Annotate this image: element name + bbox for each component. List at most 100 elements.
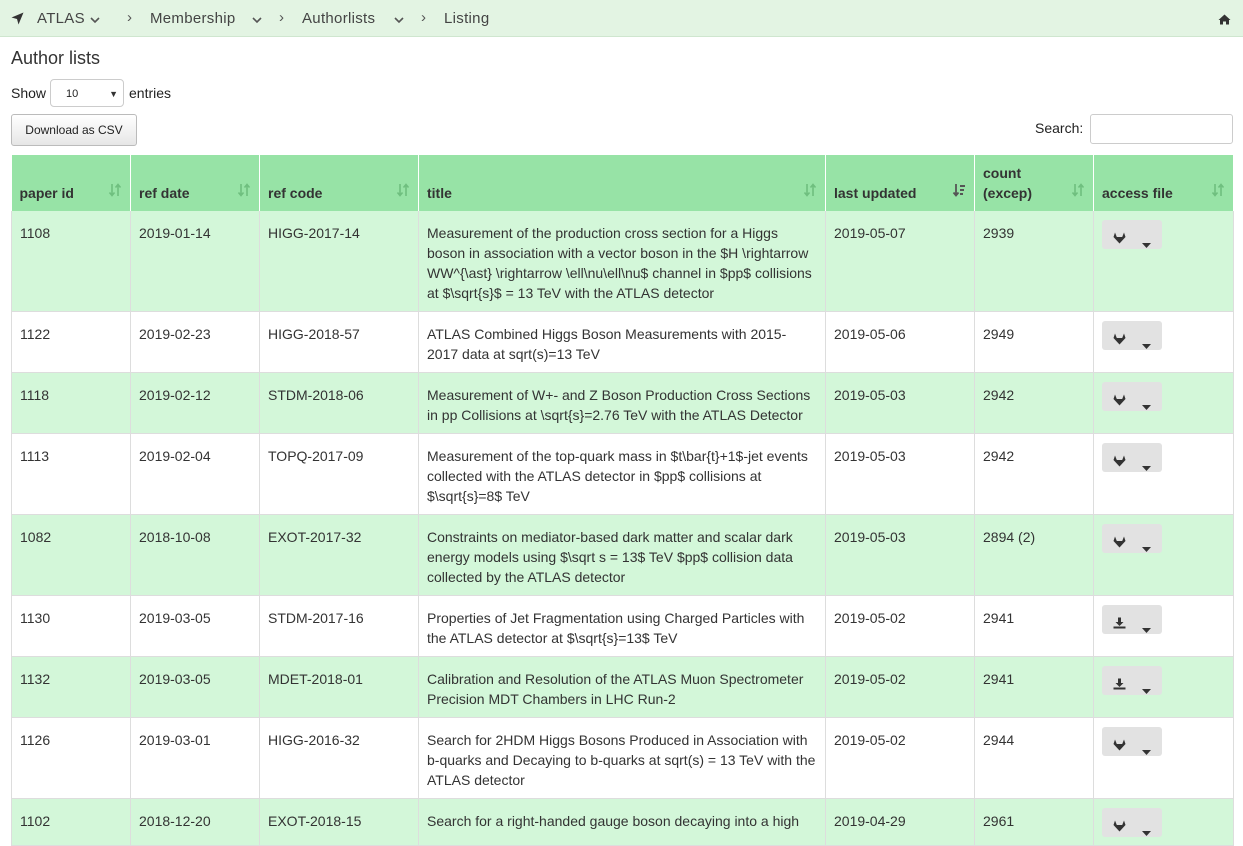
col-count[interactable]: count (excep)	[974, 155, 1094, 211]
breadcrumb-bar: ATLAS › Membership › Authorlists › Listi…	[0, 0, 1243, 37]
table-row: 1132 2019-03-05 MDET-2018-01 Calibration an…	[11, 656, 1234, 718]
cell-count: 2949	[974, 311, 1094, 373]
cell-last-updated: 2019-05-02	[825, 595, 975, 657]
table-row: 1122 2019-02-23 HIGG-2018-57 ATLAS Combined…	[11, 311, 1234, 373]
col-count-label-1: count	[983, 165, 1022, 181]
breadcrumb-listing: Listing	[444, 10, 490, 27]
cell-ref-code[interactable]: HIGG-2017-14	[259, 211, 419, 312]
cell-title: Search for a right-handed gauge boson de…	[418, 798, 826, 846]
access-file-button[interactable]	[1102, 666, 1162, 695]
gitlab-icon	[1113, 391, 1126, 411]
author-lists-table: paper id ref date ref code title last up…	[11, 155, 1234, 846]
chevron-down-icon[interactable]	[252, 11, 262, 27]
cell-title: Calibration and Resolution of the ATLAS …	[418, 656, 826, 718]
location-arrow-icon[interactable]	[11, 12, 24, 28]
cell-ref-code[interactable]: HIGG-2018-57	[259, 311, 419, 373]
cell-ref-code[interactable]: STDM-2017-16	[259, 595, 419, 657]
sort-icon	[237, 182, 251, 202]
cell-access-file	[1093, 433, 1234, 515]
cell-ref-code[interactable]: MDET-2018-01	[259, 656, 419, 718]
col-last-updated-label: last updated	[834, 185, 917, 201]
cell-ref-code[interactable]: TOPQ-2017-09	[259, 433, 419, 515]
search-label: Search:	[1035, 120, 1084, 136]
cell-ref-code[interactable]: STDM-2018-06	[259, 372, 419, 434]
cell-count: 2941	[974, 656, 1094, 718]
caret-down-icon[interactable]	[1142, 233, 1151, 253]
cell-count: 2941	[974, 595, 1094, 657]
caret-down-icon: ▼	[109, 89, 118, 99]
caret-down-icon[interactable]	[1142, 537, 1151, 557]
cell-title: Measurement of W+- and Z Boson Productio…	[418, 372, 826, 434]
cell-last-updated: 2019-05-02	[825, 656, 975, 718]
access-file-button[interactable]	[1102, 605, 1162, 634]
breadcrumb-authorlists[interactable]: Authorlists	[302, 10, 375, 27]
access-file-button[interactable]	[1102, 524, 1162, 553]
home-icon[interactable]	[1218, 12, 1231, 28]
sort-icon	[803, 182, 817, 202]
cell-last-updated: 2019-05-06	[825, 311, 975, 373]
caret-down-icon[interactable]	[1142, 618, 1151, 638]
cell-paper-id: 1113	[11, 433, 131, 515]
access-file-button[interactable]	[1102, 220, 1162, 249]
sort-icon	[396, 182, 410, 202]
table-row: 1130 2019-03-05 STDM-2017-16 Properties of …	[11, 595, 1234, 657]
col-title-label: title	[427, 185, 452, 201]
download-csv-button[interactable]: Download as CSV	[11, 114, 137, 146]
cell-last-updated: 2019-05-03	[825, 372, 975, 434]
access-file-button[interactable]	[1102, 321, 1162, 350]
cell-access-file	[1093, 514, 1234, 596]
cell-title: Measurement of the top-quark mass in $t\…	[418, 433, 826, 515]
access-file-button[interactable]	[1102, 808, 1162, 837]
sort-icon	[1211, 182, 1225, 202]
cell-access-file	[1093, 717, 1234, 799]
cell-access-file	[1093, 656, 1234, 718]
cell-title: Search for 2HDM Higgs Bosons Produced in…	[418, 717, 826, 799]
col-ref-date-label: ref date	[139, 185, 190, 201]
breadcrumb-membership[interactable]: Membership	[150, 10, 236, 27]
col-last-updated[interactable]: last updated	[825, 155, 975, 211]
caret-down-icon[interactable]	[1142, 395, 1151, 415]
chevron-right-icon: ›	[279, 9, 284, 26]
chevron-right-icon: ›	[421, 9, 426, 26]
gitlab-icon	[1113, 229, 1126, 249]
caret-down-icon[interactable]	[1142, 821, 1151, 841]
cell-title: Constraints on mediator-based dark matte…	[418, 514, 826, 596]
col-ref-code-label: ref code	[268, 185, 323, 201]
col-title[interactable]: title	[418, 155, 826, 211]
cell-last-updated: 2019-04-29	[825, 798, 975, 846]
caret-down-icon[interactable]	[1142, 334, 1151, 354]
col-ref-date[interactable]: ref date	[130, 155, 260, 211]
col-access-file[interactable]: access file	[1093, 155, 1234, 211]
cell-ref-code[interactable]: EXOT-2017-32	[259, 514, 419, 596]
col-paper-id[interactable]: paper id	[11, 155, 131, 211]
cell-ref-code[interactable]: HIGG-2016-32	[259, 717, 419, 799]
table-header-row: paper id ref date ref code title last up…	[11, 155, 1234, 211]
col-count-label-2: (excep)	[983, 185, 1033, 201]
cell-paper-id: 1108	[11, 211, 131, 312]
gitlab-icon	[1113, 817, 1126, 837]
sort-icon	[1071, 182, 1085, 202]
download-icon	[1113, 675, 1126, 695]
cell-last-updated: 2019-05-03	[825, 514, 975, 596]
cell-count: 2942	[974, 433, 1094, 515]
caret-down-icon[interactable]	[1142, 740, 1151, 760]
access-file-button[interactable]	[1102, 382, 1162, 411]
chevron-down-icon[interactable]	[394, 11, 404, 27]
table-row: 1113 2019-02-04 TOPQ-2017-09 Measurement of…	[11, 433, 1234, 515]
caret-down-icon[interactable]	[1142, 456, 1151, 476]
access-file-button[interactable]	[1102, 727, 1162, 756]
breadcrumb-atlas[interactable]: ATLAS	[37, 10, 85, 27]
caret-down-icon[interactable]	[1142, 679, 1151, 699]
chevron-down-icon[interactable]	[90, 11, 100, 27]
cell-paper-id: 1130	[11, 595, 131, 657]
col-ref-code[interactable]: ref code	[259, 155, 419, 211]
cell-ref-code[interactable]: EXOT-2018-15	[259, 798, 419, 846]
cell-ref-date: 2019-03-01	[130, 717, 260, 799]
entries-select[interactable]: 10 ▼	[50, 79, 124, 107]
cell-ref-date: 2019-02-23	[130, 311, 260, 373]
search-input[interactable]	[1090, 114, 1233, 144]
chevron-right-icon: ›	[127, 9, 132, 26]
cell-last-updated: 2019-05-03	[825, 433, 975, 515]
access-file-button[interactable]	[1102, 443, 1162, 472]
entries-value: 10	[66, 88, 79, 100]
